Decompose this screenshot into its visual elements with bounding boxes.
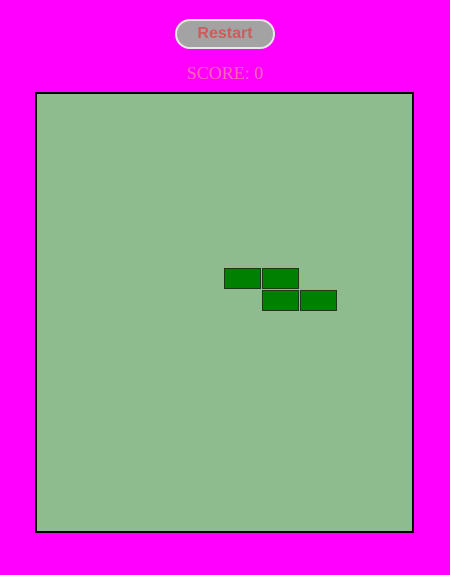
score-display: SCORE: 0 <box>186 63 264 83</box>
piece-block <box>300 290 337 311</box>
piece-block <box>224 268 261 289</box>
piece-block <box>262 290 299 311</box>
restart-button[interactable]: Restart <box>175 19 275 49</box>
game-board <box>35 92 414 533</box>
piece-block <box>262 268 299 289</box>
